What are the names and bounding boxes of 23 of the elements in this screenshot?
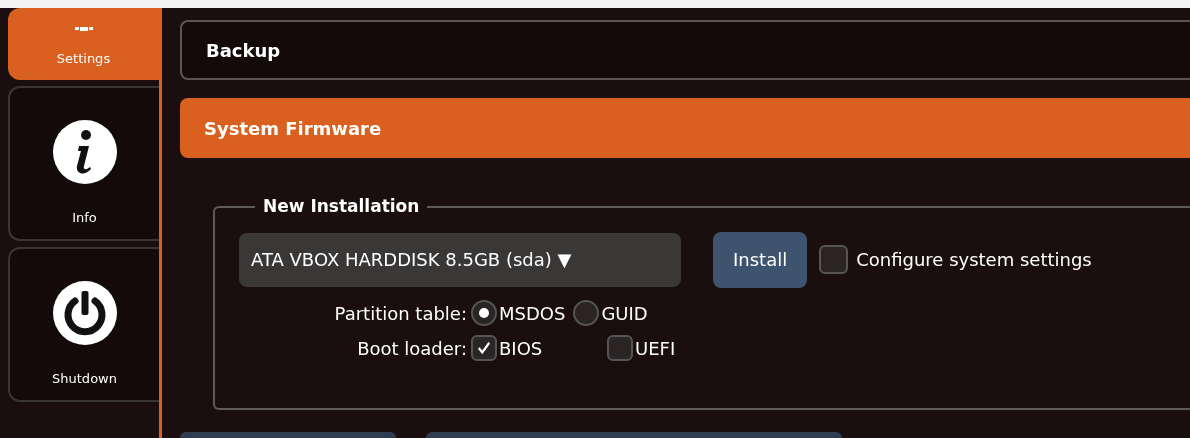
checkbox[interactable]	[471, 335, 497, 361]
power-icon	[52, 280, 117, 345]
sidebar-item[interactable]: Shutdown	[8, 247, 159, 402]
field-label: Partition table:	[333, 301, 468, 326]
radio-label: MSDOS	[499, 301, 566, 326]
radio-button[interactable]	[573, 300, 600, 326]
radio-label: GUID	[601, 301, 648, 326]
sidebar-item[interactable]: Info	[8, 86, 159, 241]
section-header[interactable]: System Firmware	[180, 98, 1190, 158]
checkbox[interactable]	[819, 245, 849, 274]
radio-button[interactable]	[471, 300, 497, 326]
sidebar-item[interactable]: Settings	[8, 8, 159, 80]
checkbox-label: BIOS	[499, 336, 543, 361]
checkbox-label: UEFI	[635, 336, 676, 361]
info-icon	[52, 119, 117, 184]
checkbox-label: Configure system settings	[856, 248, 1092, 272]
install-button[interactable]: Install	[713, 231, 808, 288]
checkmark-icon	[477, 341, 491, 355]
checkbox[interactable]	[607, 335, 633, 361]
group-title: New Installation	[262, 195, 421, 218]
field-label: Boot loader:	[356, 336, 468, 361]
disk-dropdown[interactable]: ATA VBOX HARDDISK 8.5GB (sda) ▼	[239, 232, 681, 287]
section-header[interactable]: Backup	[180, 20, 1190, 80]
